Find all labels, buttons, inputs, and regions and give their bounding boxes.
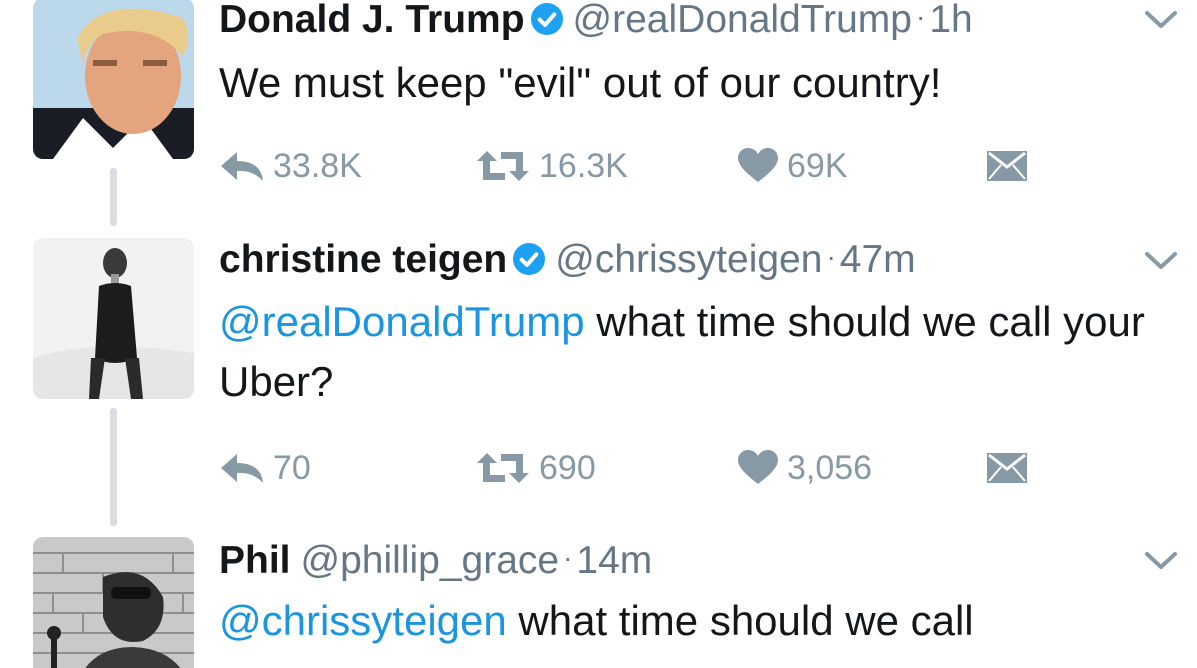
- tweet-actions: 33.8K 16.3K 69K: [219, 146, 1079, 186]
- retweet-button[interactable]: 16.3K: [475, 146, 628, 186]
- retweet-icon: [477, 151, 529, 181]
- timestamp[interactable]: 47m: [840, 238, 916, 281]
- tweet-text: @chrissyteigen what time should we call: [219, 591, 1179, 651]
- retweet-count: 690: [539, 448, 596, 487]
- tweet-thread: Donald J. Trump @realDonaldTrump · 1h We mu…: [0, 0, 1197, 668]
- retweet-count: 16.3K: [539, 146, 628, 185]
- direct-message-icon: [987, 453, 1027, 483]
- direct-message-icon: [987, 151, 1027, 181]
- verified-badge-icon: [513, 243, 546, 275]
- tweet-text-content: We must keep "evil" out of our country!: [219, 59, 942, 106]
- like-icon: [738, 148, 778, 182]
- avatar[interactable]: [33, 537, 194, 668]
- username[interactable]: @chrissyteigen: [555, 238, 822, 281]
- retweet-button[interactable]: 690: [475, 448, 596, 488]
- mention-link[interactable]: @realDonaldTrump: [219, 298, 585, 345]
- reply-button[interactable]: 70: [219, 448, 311, 488]
- separator-dot: ·: [563, 542, 573, 573]
- tweet-actions: 70 690 3,056: [219, 448, 1079, 488]
- like-count: 3,056: [787, 448, 873, 487]
- reply-icon: [221, 152, 263, 181]
- like-button[interactable]: 3,056: [737, 448, 872, 488]
- timestamp[interactable]: 14m: [576, 539, 652, 582]
- tweet-text: @realDonaldTrump what time should we cal…: [219, 292, 1179, 412]
- reply-count: 70: [273, 448, 311, 487]
- thread-connector: [110, 408, 117, 526]
- username[interactable]: @phillip_grace: [301, 539, 560, 582]
- display-name[interactable]: christine teigen: [219, 238, 507, 281]
- tweet[interactable]: christine teigen @chrissyteigen · 47m @real…: [0, 230, 1197, 530]
- tweet-text-content: what time should we call: [506, 597, 974, 644]
- chevron-down-icon[interactable]: [1144, 250, 1178, 272]
- avatar[interactable]: [33, 0, 194, 159]
- username[interactable]: @realDonaldTrump: [573, 0, 912, 41]
- thread-connector: [110, 168, 117, 226]
- tweet-text: We must keep "evil" out of our country!: [219, 53, 1179, 113]
- direct-message-button[interactable]: [985, 448, 1029, 488]
- avatar[interactable]: [33, 238, 194, 399]
- avatar-image: [33, 238, 194, 399]
- separator-dot: ·: [915, 1, 926, 32]
- timestamp[interactable]: 1h: [929, 0, 972, 41]
- reply-button[interactable]: 33.8K: [219, 146, 362, 186]
- reply-icon: [221, 454, 263, 483]
- reply-count: 33.8K: [273, 146, 362, 185]
- verified-badge-icon: [530, 3, 563, 35]
- chevron-down-icon[interactable]: [1144, 9, 1178, 31]
- separator-dot: ·: [826, 241, 836, 272]
- retweet-icon: [477, 453, 529, 483]
- like-button[interactable]: 69K: [737, 146, 848, 186]
- mention-link[interactable]: @chrissyteigen: [219, 597, 507, 644]
- avatar-image: [33, 0, 194, 159]
- display-name[interactable]: Phil: [219, 539, 291, 582]
- display-name[interactable]: Donald J. Trump: [219, 0, 525, 41]
- like-icon: [738, 450, 778, 484]
- like-count: 69K: [787, 146, 848, 185]
- tweet[interactable]: Phil @phillip_grace · 14m @chrissyteigen wh…: [0, 530, 1197, 668]
- chevron-down-icon[interactable]: [1144, 550, 1178, 572]
- tweet[interactable]: Donald J. Trump @realDonaldTrump · 1h We mu…: [0, 0, 1197, 200]
- avatar-image: [33, 537, 194, 668]
- direct-message-button[interactable]: [985, 146, 1029, 186]
